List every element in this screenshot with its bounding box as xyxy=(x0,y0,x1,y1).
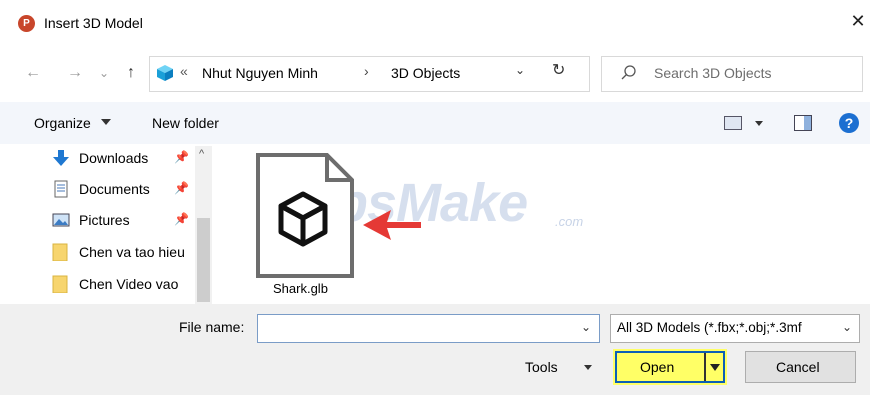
breadcrumb-user-folder[interactable]: Nhut Nguyen Minh xyxy=(202,65,318,81)
address-dropdown-icon[interactable]: ⌄ xyxy=(515,63,525,77)
back-button[interactable]: ← xyxy=(22,62,44,84)
open-options-caret-icon[interactable] xyxy=(710,364,720,371)
preview-pane-icon[interactable] xyxy=(794,115,812,131)
folder-icon xyxy=(52,275,68,293)
organize-caret-icon[interactable] xyxy=(101,119,111,125)
tools-button[interactable]: Tools xyxy=(525,359,558,375)
scrollbar-thumb[interactable] xyxy=(197,218,210,302)
open-split-divider xyxy=(704,353,706,381)
3d-model-file-icon xyxy=(256,153,354,278)
file-type-dropdown-icon[interactable]: ⌄ xyxy=(842,320,852,334)
pin-icon: 📌 xyxy=(174,212,189,226)
breadcrumb-3d-objects[interactable]: 3D Objects xyxy=(391,65,460,81)
file-name-input[interactable] xyxy=(257,314,600,343)
organize-button[interactable]: Organize xyxy=(34,115,91,131)
watermark-suffix: .com xyxy=(555,214,584,229)
window-title: Insert 3D Model xyxy=(44,15,143,31)
pin-icon: 📌 xyxy=(174,181,189,195)
search-icon xyxy=(621,65,636,80)
file-item-shark[interactable] xyxy=(255,152,355,302)
breadcrumb-overflow-icon[interactable]: « xyxy=(180,63,188,79)
breadcrumb-separator-icon[interactable]: › xyxy=(364,63,369,79)
folder-icon xyxy=(52,243,68,261)
file-name-dropdown-icon[interactable]: ⌄ xyxy=(581,320,591,334)
open-button-label[interactable]: Open xyxy=(640,359,674,375)
new-folder-button[interactable]: New folder xyxy=(152,115,219,131)
nav-item-label: Chen va tao hieu xyxy=(79,244,185,260)
red-arrow-annotation-icon xyxy=(363,210,421,240)
cancel-button-label[interactable]: Cancel xyxy=(776,359,820,375)
nav-item-label: Documents xyxy=(79,181,150,197)
3d-objects-folder-icon xyxy=(157,65,173,81)
nav-item-label: Chen Video vao xyxy=(79,276,179,292)
help-icon[interactable]: ? xyxy=(839,113,859,133)
close-button[interactable]: ✕ xyxy=(848,10,868,32)
nav-item-label: Pictures xyxy=(79,212,130,228)
forward-button[interactable]: → xyxy=(64,62,86,84)
view-options-caret-icon[interactable] xyxy=(755,121,763,126)
tools-caret-icon[interactable] xyxy=(584,365,592,370)
documents-icon xyxy=(54,180,68,198)
file-name-label: File name: xyxy=(179,319,245,335)
nav-item-label: Downloads xyxy=(79,150,149,166)
file-item-label[interactable]: Shark.glb xyxy=(273,281,328,296)
scroll-up-arrow-icon[interactable]: ^ xyxy=(199,148,204,160)
change-view-icon[interactable] xyxy=(724,116,742,130)
powerpoint-app-icon: P xyxy=(18,15,35,32)
download-arrow-icon xyxy=(53,150,69,166)
refresh-button[interactable]: ↻ xyxy=(552,60,565,80)
recent-locations-button[interactable]: ⌄ xyxy=(93,62,115,84)
search-placeholder[interactable]: Search 3D Objects xyxy=(654,65,772,81)
up-button[interactable]: ↑ xyxy=(120,62,142,84)
pin-icon: 📌 xyxy=(174,150,189,164)
file-type-filter-value[interactable]: All 3D Models (*.fbx;*.obj;*.3mf xyxy=(617,320,802,335)
pictures-icon xyxy=(52,213,70,227)
